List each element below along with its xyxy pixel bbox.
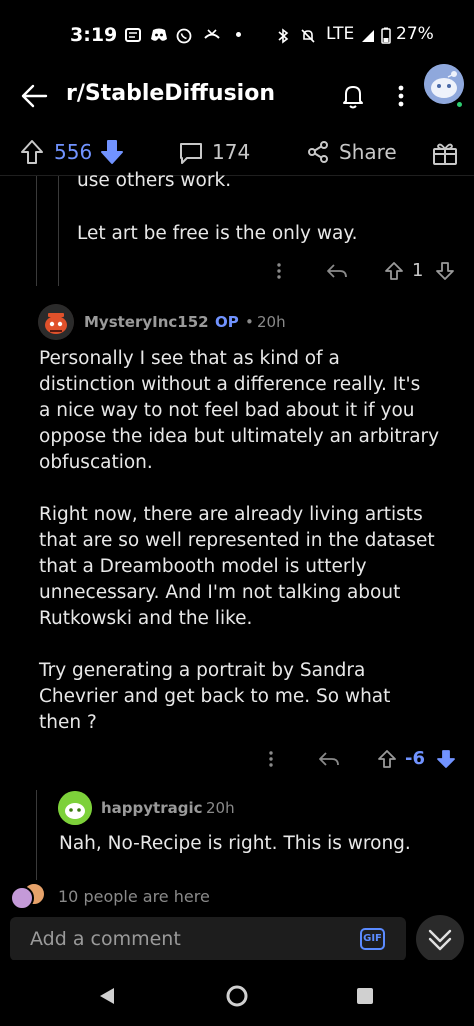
comment-line: a nice way to not feel bad about it if y… (39, 400, 415, 421)
comment-line: Chevrier and get back to me. So what (39, 686, 391, 707)
online-status-dot (455, 100, 464, 109)
comment-text: Let art be free is the only way. (77, 223, 358, 244)
thread-line (58, 176, 59, 286)
comment-score: 1 (412, 260, 424, 281)
subreddit-title[interactable]: r/StableDiffusion (66, 81, 275, 106)
comment-line: Try generating a portrait by Sandra (39, 660, 366, 681)
reply-text: Nah, No-Recipe is right. This is wrong. (59, 833, 411, 854)
nav-recents-button[interactable] (356, 987, 374, 1005)
downvote-button[interactable] (100, 139, 124, 165)
comment-line: then ? (39, 712, 97, 733)
comment-paragraph: Right now, there are already living arti… (39, 502, 469, 632)
gif-button[interactable]: GIF (360, 928, 385, 950)
comment-more-button[interactable] (268, 750, 274, 768)
app-header: r/StableDiffusion (0, 70, 474, 125)
post-score: 556 (54, 140, 93, 164)
presence-text: 10 people are here (58, 887, 210, 906)
comment-line: unnecessary. And I'm not talking about (39, 582, 401, 603)
reply-age: 20h (206, 799, 235, 817)
meta-separator: • (245, 313, 254, 331)
back-button[interactable] (20, 83, 48, 109)
notification-dot-icon (236, 32, 241, 37)
comment-line: Personally I see that as kind of a (39, 348, 340, 369)
bluetooth-icon (277, 28, 293, 44)
share-icon[interactable] (306, 140, 330, 164)
comment-composer[interactable]: Add a comment GIF (10, 917, 406, 961)
comment-author[interactable]: MysteryInc152 (84, 313, 209, 331)
comment-input[interactable]: Add a comment (30, 928, 181, 950)
upvote-button[interactable] (20, 139, 44, 165)
status-time: 3:19 (70, 24, 118, 46)
comment-line: that are so well represented in the data… (39, 530, 435, 551)
comment-line: Rutkowski and the like. (39, 608, 253, 629)
share-button[interactable]: Share (339, 140, 397, 164)
comment-more-button[interactable] (276, 262, 282, 280)
comment-age: 20h (257, 313, 286, 331)
status-bar: 3:19 LTE 27% (0, 0, 474, 70)
comment-paragraph: Try generating a portrait by Sandra Chev… (39, 658, 469, 736)
comment-paragraph: Personally I see that as kind of a disti… (39, 346, 469, 476)
discord-icon (150, 28, 167, 42)
upvote-button[interactable] (384, 261, 404, 281)
nav-back-button[interactable] (98, 986, 116, 1006)
reply-button[interactable] (326, 262, 348, 280)
user-avatar[interactable] (424, 64, 464, 104)
comment-line: that a Dreambooth model is utterly (39, 556, 367, 577)
comment-score: -6 (405, 748, 425, 769)
comment-text: use others work. (77, 170, 232, 191)
missed-call-icon (203, 28, 220, 42)
network-label: LTE (326, 24, 355, 44)
comment-count[interactable]: 174 (212, 140, 250, 164)
collapse-threads-button[interactable] (416, 915, 464, 963)
comment-body: Personally I see that as kind of a disti… (39, 346, 469, 736)
upvote-button[interactable] (377, 749, 397, 769)
comment-line: distinction without a difference really.… (39, 374, 421, 395)
battery-level: 27% (396, 24, 434, 44)
reply-author[interactable]: happytragic (101, 799, 203, 817)
mute-icon (300, 28, 316, 43)
thread-line (36, 790, 37, 880)
comment-line: obfuscation. (39, 452, 153, 473)
author-avatar[interactable] (38, 304, 74, 340)
battery-icon (381, 27, 397, 44)
whatsapp-icon (176, 28, 192, 44)
thread-line (36, 176, 37, 286)
message-icon (125, 28, 141, 42)
notification-bell-button[interactable] (340, 82, 366, 110)
downvote-button[interactable] (436, 749, 456, 769)
nav-home-button[interactable] (226, 985, 248, 1007)
reply-button[interactable] (318, 750, 340, 768)
overflow-menu-button[interactable] (397, 84, 405, 108)
op-badge: OP (215, 313, 239, 331)
signal-icon (361, 29, 377, 43)
comments-icon[interactable] (178, 141, 204, 165)
post-action-bar: 556 174 Share (0, 128, 474, 176)
presence-bar: 10 people are here (0, 878, 474, 914)
award-icon[interactable] (432, 140, 458, 166)
downvote-button[interactable] (435, 261, 455, 281)
reply-author-avatar[interactable] (58, 791, 92, 825)
system-nav-bar (0, 960, 474, 1026)
comment-line: Right now, there are already living arti… (39, 504, 423, 525)
presence-avatar (10, 886, 34, 910)
comment-line: oppose the idea but ultimately an arbitr… (39, 426, 440, 447)
